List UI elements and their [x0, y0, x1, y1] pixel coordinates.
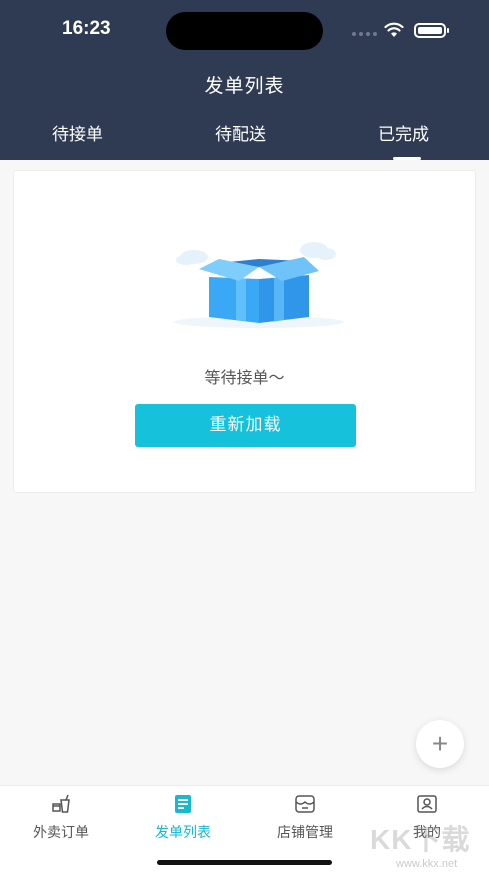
nav-label: 外卖订单 — [33, 825, 89, 841]
nav-takeout-orders[interactable]: 外卖订单 — [6, 792, 116, 842]
tab-completed[interactable]: 已完成 — [378, 120, 429, 145]
status-time: 16:23 — [62, 18, 111, 39]
store-icon — [295, 795, 315, 813]
page-title: 发单列表 — [204, 75, 285, 97]
tab-pending-accept[interactable]: 待接单 — [52, 120, 103, 145]
plus-icon: + — [431, 728, 449, 759]
battery-icon — [414, 23, 449, 38]
add-button[interactable]: + — [416, 720, 464, 768]
empty-box-icon — [174, 242, 344, 328]
empty-state-card: 等待接单～ 重新加载 — [13, 170, 476, 493]
watermark-url: www.kkx.net — [396, 858, 458, 870]
tab-bar: 待接单 待配送 已完成 — [0, 120, 489, 160]
wifi-icon — [384, 22, 404, 37]
watermark-logo: KK下载 — [370, 824, 471, 855]
home-indicator — [157, 860, 332, 865]
empty-message: 等待接单～ — [204, 368, 285, 387]
active-tab-indicator — [393, 157, 421, 160]
signal-icon — [352, 32, 377, 36]
nav-label: 发单列表 — [155, 825, 211, 841]
takeout-icon — [52, 794, 70, 813]
nav-store-management[interactable]: 店铺管理 — [250, 792, 360, 842]
profile-icon — [417, 795, 437, 813]
reload-button[interactable]: 重新加载 — [135, 404, 356, 447]
nav-label: 店铺管理 — [277, 825, 333, 841]
order-list-icon — [175, 795, 191, 813]
tab-pending-delivery[interactable]: 待配送 — [215, 120, 266, 145]
dynamic-island — [166, 12, 323, 50]
header: 16:23 发单列表 待接单 待配送 已完成 — [0, 0, 489, 160]
nav-order-list[interactable]: 发单列表 — [128, 792, 238, 842]
